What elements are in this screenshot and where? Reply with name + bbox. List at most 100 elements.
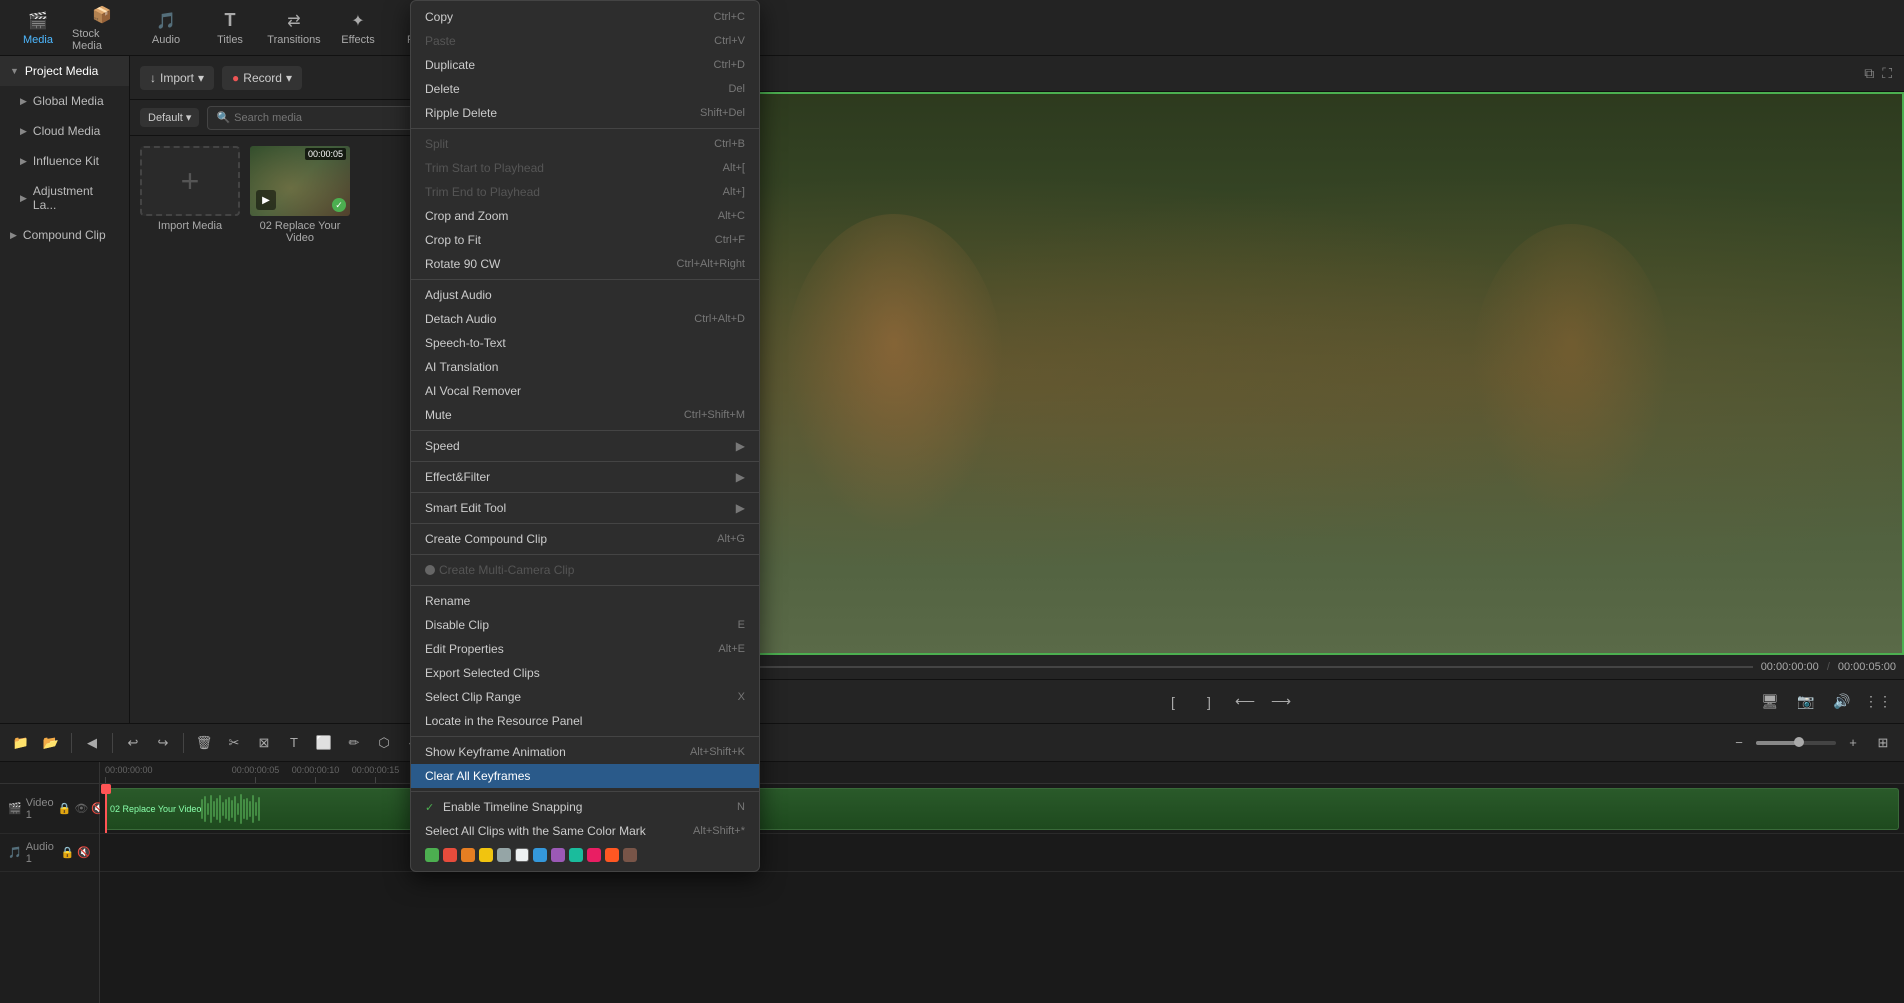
ctx-ai-translation[interactable]: AI Translation [411, 355, 759, 379]
import-media-item[interactable]: + Import Media [140, 146, 240, 244]
record-button[interactable]: ● Record ▾ [222, 66, 302, 90]
collapse-button[interactable]: ◀ [79, 730, 105, 756]
media-item-video1[interactable]: ▶ 00:00:05 ✓ 02 Replace Your Video [250, 146, 350, 244]
import-thumb[interactable]: + [140, 146, 240, 216]
toolbar-media[interactable]: 🎬 Media [8, 4, 68, 52]
snapshot-button[interactable]: 📷 [1792, 688, 1820, 716]
shape-button[interactable]: ⬡ [371, 730, 397, 756]
swatch-white[interactable] [515, 848, 529, 862]
ctx-rotate[interactable]: Rotate 90 CW Ctrl+Alt+Right [411, 252, 759, 276]
mark-out-button[interactable]: ] [1195, 688, 1223, 716]
ctx-speech-to-text[interactable]: Speech-to-Text [411, 331, 759, 355]
ctx-create-compound[interactable]: Create Compound Clip Alt+G [411, 527, 759, 551]
sidebar-item-cloud-media[interactable]: ▶ Cloud Media [0, 116, 129, 146]
cut-button[interactable]: ✂ [221, 730, 247, 756]
ctx-ripple-delete[interactable]: Ripple Delete Shift+Del [411, 101, 759, 125]
ctx-enable-snapping-shortcut: N [737, 801, 745, 813]
hide-icon[interactable]: 👁 [74, 802, 88, 815]
ctx-show-keyframe[interactable]: Show Keyframe Animation Alt+Shift+K [411, 740, 759, 764]
swatch-red[interactable] [443, 848, 457, 862]
toolbar-audio[interactable]: 🎵 Audio [136, 4, 196, 52]
zoom-in-button[interactable]: + [1840, 730, 1866, 756]
ctx-paste[interactable]: Paste Ctrl+V [411, 29, 759, 53]
sidebar-item-adjustment-layer[interactable]: ▶ Adjustment La... [0, 176, 129, 220]
ctx-duplicate[interactable]: Duplicate Ctrl+D [411, 53, 759, 77]
picture-in-picture-icon[interactable]: ⧉ [1864, 65, 1874, 82]
ctx-export-clips[interactable]: Export Selected Clips [411, 661, 759, 685]
ctx-ai-translation-label: AI Translation [425, 360, 498, 374]
video-clip[interactable]: 02 Replace Your Video [105, 788, 1899, 830]
ctx-effect-filter[interactable]: Effect&Filter ▶ [411, 465, 759, 489]
new-folder-button[interactable]: 📂 [38, 730, 64, 756]
swatch-green[interactable] [425, 848, 439, 862]
zoom-slider[interactable] [1756, 741, 1836, 745]
ctx-create-multicam[interactable]: Create Multi-Camera Clip [411, 558, 759, 582]
grid-button[interactable]: ⊞ [1870, 730, 1896, 756]
ctx-disable-clip[interactable]: Disable Clip E [411, 613, 759, 637]
settings-button[interactable]: ⋮⋮ [1864, 688, 1892, 716]
ctx-speed[interactable]: Speed ▶ [411, 434, 759, 458]
undo-button[interactable]: ↩ [120, 730, 146, 756]
zoom-out-button[interactable]: − [1726, 730, 1752, 756]
swatch-blue[interactable] [533, 848, 547, 862]
timeline-content: 00:00:00:00 00:00:00:05 00:00:00:10 00:0… [100, 762, 1904, 1003]
playhead[interactable] [105, 784, 107, 833]
mute-audio-icon[interactable]: 🔇 [77, 846, 91, 859]
swatch-gray[interactable] [497, 848, 511, 862]
lock-icon[interactable]: 🔒 [58, 802, 72, 815]
ctx-crop-zoom[interactable]: Crop and Zoom Alt+C [411, 204, 759, 228]
ctx-select-same-color[interactable]: Select All Clips with the Same Color Mar… [411, 819, 759, 843]
crop-button[interactable]: ⬜ [311, 730, 337, 756]
ctx-detach-audio[interactable]: Detach Audio Ctrl+Alt+D [411, 307, 759, 331]
ctx-trim-end[interactable]: Trim End to Playhead Alt+] [411, 180, 759, 204]
volume-button[interactable]: 🔊 [1828, 688, 1856, 716]
ctx-adjust-audio[interactable]: Adjust Audio [411, 283, 759, 307]
import-button[interactable]: ↓ Import ▾ [140, 66, 214, 90]
swatch-deeporange[interactable] [605, 848, 619, 862]
fullscreen-icon[interactable]: ⛶ [1882, 65, 1892, 82]
render-button[interactable]: 🖥 [1756, 688, 1784, 716]
mark-in-button[interactable]: [ [1159, 688, 1187, 716]
sidebar-item-global-media[interactable]: ▶ Global Media [0, 86, 129, 116]
ctx-trim-start[interactable]: Trim Start to Playhead Alt+[ [411, 156, 759, 180]
ctx-trim-end-shortcut: Alt+] [723, 186, 745, 198]
ctx-smart-edit[interactable]: Smart Edit Tool ▶ [411, 496, 759, 520]
trim-button[interactable]: ⊠ [251, 730, 277, 756]
default-filter-button[interactable]: Default ▾ [140, 108, 199, 127]
ctx-delete[interactable]: Delete Del [411, 77, 759, 101]
ctx-rename[interactable]: Rename [411, 589, 759, 613]
sidebar-item-compound-clip[interactable]: ▶ Compound Clip [0, 220, 129, 250]
new-track-button[interactable]: 📁 [8, 730, 34, 756]
ctx-clear-keyframes[interactable]: Clear All Keyframes [411, 764, 759, 788]
ctx-select-range[interactable]: Select Clip Range X [411, 685, 759, 709]
ctx-edit-props[interactable]: Edit Properties Alt+E [411, 637, 759, 661]
sidebar-item-influence-kit[interactable]: ▶ Influence Kit [0, 146, 129, 176]
delete-button[interactable]: 🗑 [191, 730, 217, 756]
sidebar-item-project-media[interactable]: ▼ Project Media [0, 56, 129, 86]
prev-edit-button[interactable]: ⟵ [1231, 688, 1259, 716]
ctx-crop-fit[interactable]: Crop to Fit Ctrl+F [411, 228, 759, 252]
lock-audio-icon[interactable]: 🔒 [61, 846, 75, 859]
toolbar-titles[interactable]: T Titles [200, 4, 260, 52]
ctx-effect-filter-label: Effect&Filter [425, 470, 490, 484]
draw-button[interactable]: ✏ [341, 730, 367, 756]
toolbar-transitions[interactable]: ⇄ Transitions [264, 4, 324, 52]
swatch-teal[interactable] [569, 848, 583, 862]
toolbar-effects[interactable]: ✦ Effects [328, 4, 388, 52]
swatch-purple[interactable] [551, 848, 565, 862]
current-time: 00:00:00:00 [1761, 661, 1819, 673]
next-edit-button[interactable]: ⟶ [1267, 688, 1295, 716]
type-button[interactable]: T [281, 730, 307, 756]
swatch-brown[interactable] [623, 848, 637, 862]
ctx-enable-snapping[interactable]: ✓ Enable Timeline Snapping N [411, 795, 759, 819]
swatch-orange[interactable] [461, 848, 475, 862]
ctx-copy[interactable]: Copy Ctrl+C [411, 5, 759, 29]
swatch-yellow[interactable] [479, 848, 493, 862]
redo-button[interactable]: ↪ [150, 730, 176, 756]
swatch-pink[interactable] [587, 848, 601, 862]
ctx-mute[interactable]: Mute Ctrl+Shift+M [411, 403, 759, 427]
ctx-split[interactable]: Split Ctrl+B [411, 132, 759, 156]
ctx-locate[interactable]: Locate in the Resource Panel [411, 709, 759, 733]
toolbar-stock-media[interactable]: 📦 Stock Media [72, 4, 132, 52]
ctx-ai-vocal[interactable]: AI Vocal Remover [411, 379, 759, 403]
